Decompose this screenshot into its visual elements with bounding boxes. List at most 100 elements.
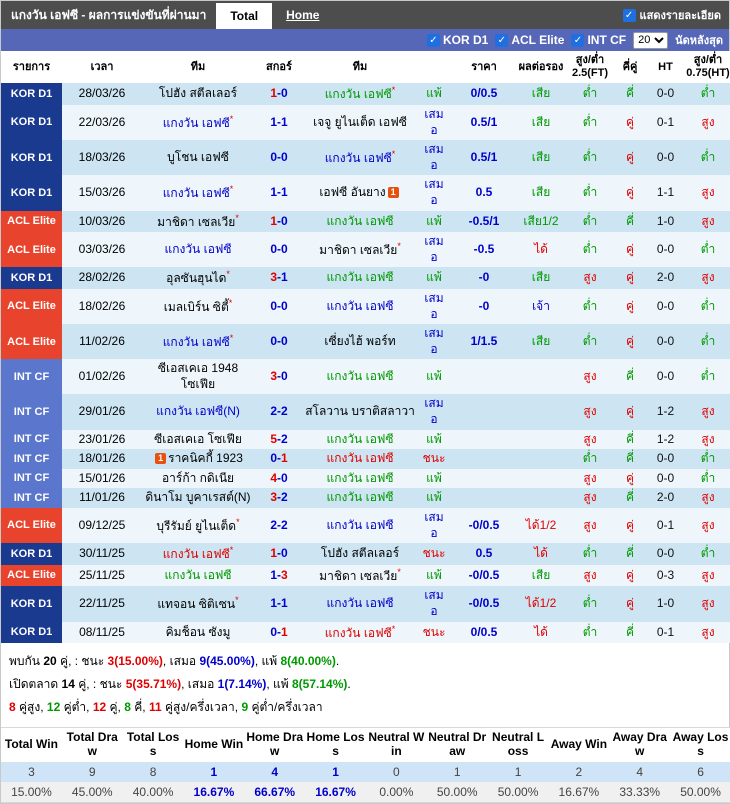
show-details-group: ✓ แสดงรายละเอียด	[623, 1, 729, 29]
ht-score: 0-1	[646, 508, 685, 543]
neutral-star-marker: *	[392, 149, 396, 159]
team-name: ดินาโม บูคาเรสต์(N)	[145, 490, 250, 504]
stats-col-label: Away Loss	[670, 728, 730, 762]
summary-segment: , เสมอ	[181, 677, 218, 691]
handicap: -0	[452, 267, 516, 289]
odd-even: คี่	[614, 622, 646, 644]
neutral-star-marker: *	[230, 333, 234, 343]
odd-even: คู่	[614, 508, 646, 543]
neutral-star-marker: *	[397, 241, 401, 251]
filter-acl-elite-checkbox[interactable]: ✓	[495, 34, 508, 47]
handicap-result	[516, 469, 566, 489]
summary-segment: , เสมอ	[163, 654, 200, 668]
team-name: สโลวาน บราติสลาวา	[305, 404, 415, 418]
neutral-star-marker: *	[230, 184, 234, 194]
odd-even: คู่	[614, 105, 646, 140]
tab-total[interactable]: Total	[216, 3, 272, 29]
match-row: INT CF18/01/261ราคนิคกี้ 19230-1แกงวัน เ…	[1, 449, 730, 469]
team-name: แกงวัน เอฟซี	[163, 116, 230, 130]
over-under-ht: สูง	[685, 565, 730, 587]
col-header-ht: HT	[646, 51, 685, 83]
neutral-star-marker: *	[226, 269, 230, 279]
home-goals: 1	[270, 115, 277, 129]
home-goals: 5	[270, 432, 277, 446]
handicap-result: เสีย	[516, 324, 566, 359]
stats-count: 1	[183, 762, 244, 782]
tab-home[interactable]: Home	[272, 1, 333, 29]
neutral-star-marker: *	[230, 114, 234, 124]
stats-col-label: Away Win	[548, 728, 609, 762]
team-name: แกงวัน เอฟซี	[164, 568, 231, 582]
odd-even: คู่	[614, 267, 646, 289]
ht-score: 0-3	[646, 565, 685, 587]
away-team: แกงวัน เอฟซี	[304, 267, 416, 289]
league-badge: ACL Elite	[1, 232, 62, 267]
col-header-league: รายการ	[1, 51, 62, 83]
handicap: -0/0.5	[452, 586, 516, 621]
home-team: เมลเบิร์น ซิตี้*	[142, 289, 254, 324]
result: เสมอ	[416, 140, 452, 175]
odd-even: คู่	[614, 586, 646, 621]
team-name: แทจอน ซิติเซน	[157, 597, 235, 611]
odd-even: คู่	[614, 394, 646, 429]
over-under-ft: สูง	[566, 488, 614, 508]
col-header-odd-even: คี่คู่	[614, 51, 646, 83]
handicap	[452, 430, 516, 450]
over-under-ft: ต่ำ	[566, 289, 614, 324]
league-badge: ACL Elite	[1, 211, 62, 233]
summary-segment: 8	[124, 700, 131, 714]
home-team: บุรีรัมย์ ยูไนเต็ด*	[142, 508, 254, 543]
filter-int-cf-checkbox[interactable]: ✓	[571, 34, 584, 47]
team-name: แกงวัน เอฟซี	[326, 270, 393, 284]
match-date: 23/01/26	[62, 430, 142, 450]
match-row: KOR D122/03/26แกงวัน เอฟซี*1-1เจจู ยูไนเ…	[1, 105, 730, 140]
match-count-select[interactable]: 20	[633, 32, 668, 49]
away-goals: 1	[281, 185, 288, 199]
away-team: มาชิดา เซลเวีย*	[304, 232, 416, 267]
stats-percent: 16.67%	[183, 782, 244, 803]
stats-count: 0	[366, 762, 427, 782]
result: เสมอ	[416, 586, 452, 621]
stats-percent: 0.00%	[366, 782, 427, 803]
stats-percent: 16.67%	[305, 782, 366, 803]
league-badge: INT CF	[1, 469, 62, 489]
home-team: แกงวัน เอฟซี	[142, 565, 254, 587]
stats-count: 1	[427, 762, 488, 782]
summary-segment: คู่สูง/ครึ่งเวลา,	[162, 700, 242, 714]
result: เสมอ	[416, 508, 452, 543]
over-under-ht: สูง	[685, 430, 730, 450]
score: 1-1	[254, 105, 304, 140]
away-goals: 1	[281, 625, 288, 639]
away-goals: 0	[281, 299, 288, 313]
handicap: 0.5/1	[452, 105, 516, 140]
team-name: มาชิดา เซลเวีย	[157, 215, 235, 229]
over-under-ht: สูง	[685, 267, 730, 289]
team-name: โปฮัง สตีลเลอร์	[159, 86, 237, 100]
handicap-result: ได้	[516, 622, 566, 644]
stats-col-label: Neutral Win	[366, 728, 427, 762]
match-history-table: รายการ เวลา ทีม สกอร์ ทีม ราคา ผลต่อรอง …	[1, 51, 730, 643]
away-goals: 2	[281, 432, 288, 446]
league-badge: INT CF	[1, 449, 62, 469]
league-badge: KOR D1	[1, 105, 62, 140]
filter-kor-d1-checkbox[interactable]: ✓	[427, 34, 440, 47]
score: 1-3	[254, 565, 304, 587]
result: ชนะ	[416, 543, 452, 565]
result: แพ้	[416, 267, 452, 289]
over-under-ht: สูง	[685, 175, 730, 210]
over-under-ft: ต่ำ	[566, 211, 614, 233]
handicap-result: เสีย	[516, 83, 566, 105]
home-goals: 3	[270, 490, 277, 504]
show-details-checkbox[interactable]: ✓	[623, 9, 636, 22]
handicap-result	[516, 488, 566, 508]
stats-count: 1	[488, 762, 549, 782]
summary-segment: 12	[93, 700, 106, 714]
odd-even: คี่	[614, 359, 646, 394]
score: 1-1	[254, 586, 304, 621]
team-name: แกงวัน เอฟซี	[326, 214, 393, 228]
handicap-result	[516, 449, 566, 469]
ht-score: 1-2	[646, 394, 685, 429]
score: 4-0	[254, 469, 304, 489]
ht-score: 0-0	[646, 543, 685, 565]
home-goals: 1	[270, 546, 277, 560]
